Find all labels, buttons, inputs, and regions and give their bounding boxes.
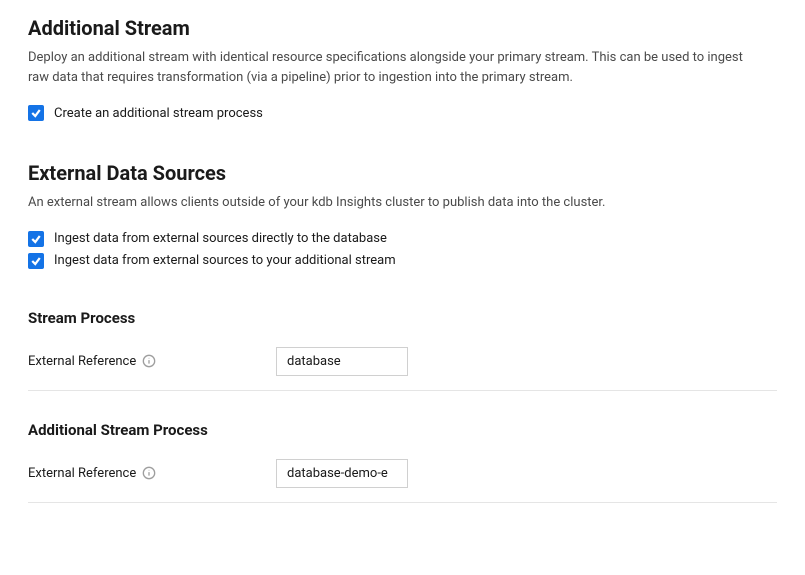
external-data-sources-section: External Data Sources An external stream… — [28, 161, 777, 269]
external-reference-label-text: External Reference — [28, 354, 136, 369]
additional-stream-process-field-row: External Reference — [28, 459, 777, 488]
stream-process-field-row: External Reference — [28, 347, 777, 376]
ingest-additional-checkbox[interactable] — [28, 253, 44, 269]
info-icon[interactable] — [142, 354, 156, 368]
create-additional-stream-row: Create an additional stream process — [28, 105, 777, 121]
divider — [28, 390, 777, 391]
create-additional-stream-label: Create an additional stream process — [54, 106, 263, 121]
info-icon[interactable] — [142, 466, 156, 480]
ingest-additional-label: Ingest data from external sources to you… — [54, 253, 396, 268]
check-icon — [30, 107, 42, 119]
stream-process-title: Stream Process — [28, 309, 777, 327]
stream-process-field-label: External Reference — [28, 354, 178, 369]
divider — [28, 502, 777, 503]
additional-stream-process-title: Additional Stream Process — [28, 421, 777, 439]
external-data-sources-description: An external stream allows clients outsid… — [28, 193, 748, 213]
external-data-sources-title: External Data Sources — [28, 161, 777, 185]
additional-stream-process-section: Additional Stream Process External Refer… — [28, 421, 777, 503]
stream-process-external-reference-input[interactable] — [276, 347, 408, 376]
additional-stream-description: Deploy an additional stream with identic… — [28, 48, 748, 87]
additional-stream-section: Additional Stream Deploy an additional s… — [28, 16, 777, 121]
ingest-direct-checkbox[interactable] — [28, 231, 44, 247]
additional-stream-process-external-reference-input[interactable] — [276, 459, 408, 488]
ingest-direct-row: Ingest data from external sources direct… — [28, 231, 777, 247]
additional-stream-process-field-label: External Reference — [28, 466, 178, 481]
external-reference-label-text: External Reference — [28, 466, 136, 481]
additional-stream-title: Additional Stream — [28, 16, 777, 40]
check-icon — [30, 255, 42, 267]
check-icon — [30, 233, 42, 245]
ingest-additional-row: Ingest data from external sources to you… — [28, 253, 777, 269]
create-additional-stream-checkbox[interactable] — [28, 105, 44, 121]
stream-process-section: Stream Process External Reference — [28, 309, 777, 391]
ingest-direct-label: Ingest data from external sources direct… — [54, 231, 387, 246]
